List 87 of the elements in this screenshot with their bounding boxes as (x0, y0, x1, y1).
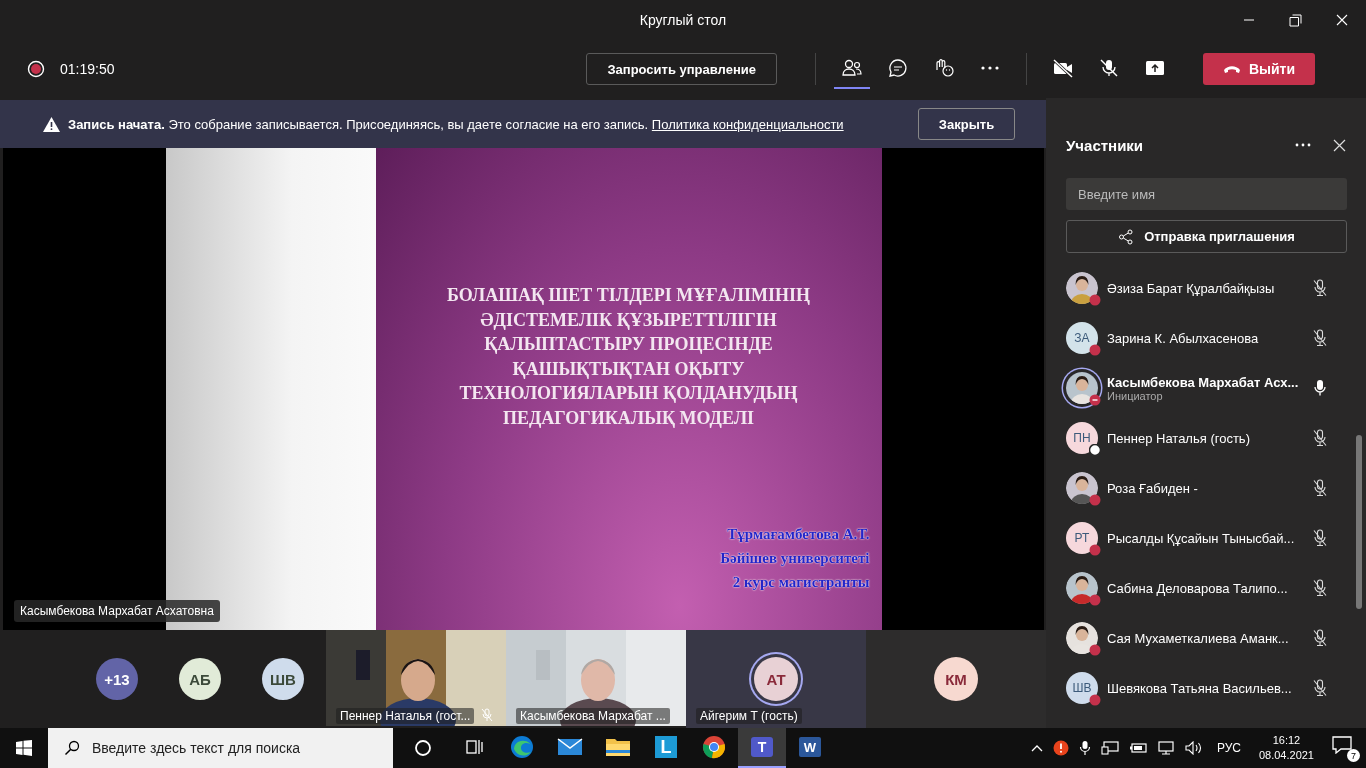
slide-title-line: ҚАШЫҚТЫҚТАН ОҚЫТУ (512, 357, 745, 381)
name-search-field[interactable]: Введите имя (1066, 178, 1347, 210)
participant-role: Инициатор (1107, 389, 1164, 402)
participant-avatar: ПН (1066, 422, 1098, 454)
participant-avatar: ШВ (1066, 672, 1098, 704)
slide-author-line: 2 курс магистранты (732, 573, 870, 592)
microphone-icon[interactable] (1078, 740, 1091, 756)
participant-avatar: КМ (934, 657, 978, 701)
slide-author-line: Тұрмағамбетова А.Т. (727, 525, 870, 544)
participant-list-item[interactable]: Роза Ғабиден - (1066, 463, 1346, 513)
share-screen-icon (1144, 58, 1166, 78)
browser-icon (510, 735, 534, 759)
participant-name: Пеннер Наталья (гост... (336, 708, 475, 724)
maximize-icon[interactable] (1289, 13, 1302, 27)
language-indicator[interactable]: РУС (1216, 741, 1241, 755)
browser-icon (702, 735, 726, 759)
folder-icon (605, 736, 631, 758)
more-options-icon[interactable] (1295, 143, 1311, 147)
camera-off-icon (1052, 58, 1074, 78)
slide-title-line: ТЕХНОЛОГИЯЛАРЫН ҚОЛДАНУДЫҢ (459, 382, 798, 405)
people-icon (841, 58, 863, 78)
participant-name: Сабина Деловарова Талипо... (1107, 580, 1289, 596)
participant-name: Айгерим Т (гость) (696, 708, 802, 724)
word-taskbar-button[interactable]: W (786, 728, 834, 768)
participant-avatar: АБ (179, 658, 221, 700)
participant-avatar: ШВ (262, 658, 304, 700)
more-participants-count[interactable]: +13 (96, 658, 138, 700)
participant-name: Шевякова Татьяна Васильев... (1107, 680, 1293, 696)
chevron-up-icon[interactable] (1030, 744, 1043, 752)
alert-icon[interactable] (1052, 740, 1069, 756)
privacy-policy-link[interactable]: Политика конфиденциальности (651, 116, 844, 132)
scrollbar[interactable] (1356, 435, 1362, 609)
taskbar-search-field[interactable]: Введите здесь текст для поиска (48, 728, 393, 768)
hand-smiley-icon (933, 58, 955, 78)
teams-taskbar-button[interactable]: T (738, 728, 786, 768)
participant-list-item[interactable]: ШВ Шевякова Татьяна Васильев... (1066, 663, 1346, 713)
slide-author-line: Бәйішев университеті (720, 549, 870, 568)
participant-name: Роза Ғабиден - (1107, 480, 1199, 496)
recording-notice-text: Запись начата. Это собрание записывается. Присоединяясь, вы даете согласие на его запись. Политика конфиденциальности (68, 116, 845, 132)
battery-icon[interactable] (1128, 742, 1147, 754)
warning-icon (43, 116, 60, 132)
window-title: Круглый стол (639, 12, 727, 28)
start-icon[interactable] (16, 740, 32, 756)
clock-time[interactable]: 16:12 (1272, 733, 1301, 748)
slide-title-line: ӘДІСТЕМЕЛІК ҚҰЗЫРЕТТІЛІГІН (480, 308, 777, 332)
participant-avatar: ЗА (1066, 322, 1098, 354)
close-icon[interactable] (1333, 138, 1346, 152)
search-icon (64, 740, 80, 756)
participant-name: Рысалды Құсайын Тынысбай... (1107, 530, 1296, 546)
participant-list-item[interactable]: Әзиза Барат Құралбайқызы (1066, 263, 1346, 313)
notifications-icon[interactable] (1332, 736, 1352, 754)
slide-title-line: БОЛАШАҚ ШЕТ ТІЛДЕРІ МҰҒАЛІМІНІҢ (446, 284, 811, 307)
participant-name: Касымбекова Мархабат Асх... (1107, 374, 1300, 390)
participant-name: Касымбекова Мархабат ... (516, 708, 670, 724)
participant-list-item[interactable]: ПН Пеннер Наталья (гость) (1066, 413, 1346, 463)
network-icon[interactable] (1156, 741, 1175, 755)
participant-list-item[interactable]: РТ Рысалды Құсайын Тынысбай... (1066, 513, 1346, 563)
request-control-button[interactable]: Запросить управление (586, 53, 777, 85)
slide-title-line: ҚАЛЫПТАСТЫРУ ПРОЦЕСІНДЕ (484, 333, 773, 356)
microphone-off-icon (1098, 58, 1120, 78)
chat-icon (887, 58, 909, 78)
volume-icon[interactable] (1184, 741, 1203, 755)
participant-name: Әзиза Барат Құралбайқызы (1107, 280, 1276, 296)
panel-title: Участники (1066, 136, 1145, 154)
participant-list-item[interactable]: ЗА Зарина К. Абылхасенова (1066, 313, 1346, 363)
share-icon (1118, 228, 1135, 245)
display-icon[interactable] (1100, 741, 1119, 755)
participant-name: Сая Мухаметкалиева Аманк... (1107, 630, 1290, 646)
notification-count: 7 (1347, 749, 1360, 762)
leave-button[interactable]: Выйти (1203, 53, 1315, 85)
participant-list-item[interactable]: Сая Мухаметкалиева Аманк... (1066, 613, 1346, 663)
slide-title-line: ПЕДАГОГИКАЛЫҚ МОДЕЛІ (502, 406, 755, 430)
close-notice-button[interactable]: Закрыть (918, 108, 1015, 140)
send-invite-button[interactable]: Отправка приглашения (1066, 220, 1347, 253)
phone-hangup-icon (1222, 64, 1241, 74)
meeting-timer: 01:19:50 (60, 61, 115, 77)
mail-icon (557, 737, 583, 757)
participant-name: Зарина К. Абылхасенова (1107, 330, 1260, 346)
participant-avatar: РТ (1066, 522, 1098, 554)
task-view-icon (464, 738, 484, 756)
cortana-icon[interactable] (414, 739, 432, 757)
clock-date[interactable]: 08.04.2021 (1258, 748, 1314, 763)
presenter-name-label: Касымбекова Мархабат Асхатовна (14, 600, 220, 622)
participant-list-item[interactable]: Сабина Деловарова Талипо... (1066, 563, 1346, 613)
more-icon (981, 66, 999, 70)
participant-list-item[interactable]: Касымбекова Мархабат Асх... Инициатор (1066, 363, 1346, 413)
participant-name: Пеннер Наталья (гость) (1107, 430, 1251, 446)
